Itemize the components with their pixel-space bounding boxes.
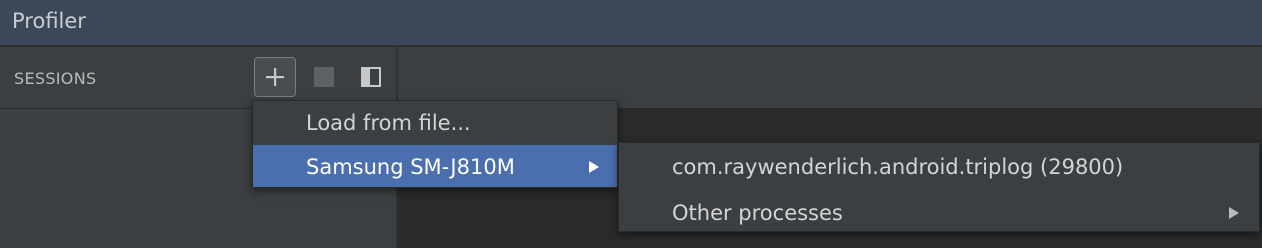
new-session-menu: Load from file... Samsung SM-J810M <box>252 100 618 188</box>
chevron-right-icon <box>1229 207 1239 219</box>
menu-item-load-from-file[interactable]: Load from file... <box>253 101 617 143</box>
menu-item-device[interactable]: Samsung SM-J810M <box>253 145 617 187</box>
menu-item-other-processes[interactable]: Other processes <box>619 191 1259 233</box>
sessions-label: SESSIONS <box>14 69 97 88</box>
add-session-button[interactable] <box>254 57 296 97</box>
chevron-right-icon <box>589 161 599 173</box>
menu-item-label: com.raywenderlich.android.triplog (29800… <box>672 155 1124 179</box>
window-title: Profiler <box>12 9 86 33</box>
menu-item-label: Load from file... <box>306 111 471 135</box>
device-processes-submenu: com.raywenderlich.android.triplog (29800… <box>618 142 1260 232</box>
stop-icon[interactable] <box>314 67 334 87</box>
title-bar: Profiler <box>0 0 1262 46</box>
plus-icon <box>266 68 284 86</box>
menu-item-process[interactable]: com.raywenderlich.android.triplog (29800… <box>619 145 1259 187</box>
menu-item-label: Other processes <box>672 201 843 225</box>
panel-toggle-icon[interactable] <box>360 66 382 88</box>
menu-item-label: Samsung SM-J810M <box>306 155 515 179</box>
